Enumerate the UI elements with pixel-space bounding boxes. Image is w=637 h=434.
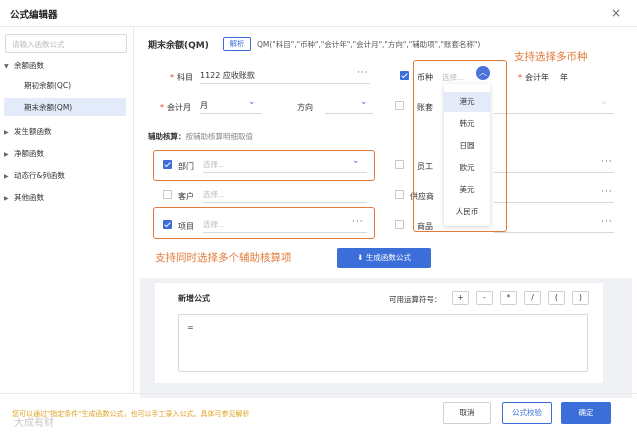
subject-field[interactable]: 1122 应收账款 <box>200 68 370 84</box>
ok-button[interactable]: 确定 <box>561 402 611 424</box>
chevron-down-icon[interactable]: ⌄ <box>352 156 360 166</box>
more-icon[interactable]: ··· <box>601 217 613 227</box>
close-icon[interactable]: × <box>611 6 621 20</box>
year-label: * 会计年 <box>518 73 549 82</box>
project-checkbox[interactable] <box>163 220 172 229</box>
currency-highlight-box <box>413 60 507 232</box>
download-icon: ⬇ <box>357 253 366 262</box>
op-rparen-button[interactable]: ) <box>572 291 589 305</box>
customer-checkbox[interactable] <box>163 190 172 199</box>
more-icon[interactable]: ··· <box>357 68 369 78</box>
month-label: * 会计月 <box>160 103 191 112</box>
tree-group-other[interactable]: ▶ 其他函数 <box>4 192 44 203</box>
formula-title: 新增公式 <box>178 294 210 303</box>
cancel-button[interactable]: 取消 <box>443 402 491 424</box>
customer-label: 客户 <box>178 192 194 201</box>
check-formula-button[interactable]: 公式校验 <box>502 402 552 424</box>
function-search-input[interactable]: 请输入函数公式 <box>5 34 127 53</box>
dialog-title: 公式编辑器 <box>10 10 58 21</box>
op-minus-button[interactable]: - <box>476 291 493 305</box>
tree-item-qm[interactable]: 期末余额(QM) <box>4 98 126 116</box>
year-select[interactable]: 年 <box>560 72 568 83</box>
tree-group-amount[interactable]: ▶ 发生额函数 <box>4 126 52 137</box>
caret-down-icon: ▼ <box>4 63 9 70</box>
op-lparen-button[interactable]: ( <box>548 291 565 305</box>
op-divide-button[interactable]: / <box>524 291 541 305</box>
op-multiply-button[interactable]: * <box>500 291 517 305</box>
caret-right-icon: ▶ <box>4 195 9 202</box>
watermark: 大成有财 <box>14 418 54 429</box>
aux-title: 辅助核算：按辅助核算明细取值 <box>148 132 253 141</box>
generate-formula-button[interactable]: ⬇ 生成函数公式 <box>337 248 431 268</box>
ledger-select[interactable] <box>494 98 614 114</box>
goods-select[interactable] <box>494 217 614 233</box>
more-icon[interactable]: ··· <box>352 217 364 227</box>
formula-textarea[interactable]: = <box>178 314 588 372</box>
project-label: 项目 <box>178 222 194 231</box>
op-plus-button[interactable]: + <box>452 291 469 305</box>
more-icon[interactable]: ··· <box>601 157 613 167</box>
direction-label: 方向 <box>297 103 313 112</box>
dept-label: 部门 <box>178 162 194 171</box>
currency-checkbox[interactable] <box>400 71 409 80</box>
caret-right-icon: ▶ <box>4 151 9 158</box>
callout-multi-currency: 支持选择多币种 <box>514 51 588 63</box>
caret-right-icon: ▶ <box>4 129 9 136</box>
chevron-down-icon[interactable]: ⌄ <box>360 97 368 107</box>
callout-multi-aux: 支持同时选择多个辅助核算项 <box>155 252 292 264</box>
dept-checkbox[interactable] <box>163 160 172 169</box>
footer-divider <box>0 393 637 394</box>
ledger-checkbox[interactable] <box>395 101 404 110</box>
goods-checkbox[interactable] <box>395 220 404 229</box>
tree-group-net[interactable]: ▶ 净额函数 <box>4 148 44 159</box>
customer-select[interactable]: 选择... <box>203 187 367 203</box>
supplier-select[interactable] <box>494 187 614 203</box>
more-icon[interactable]: ··· <box>601 187 613 197</box>
chevron-down-icon[interactable]: ⌄ <box>248 97 256 107</box>
function-signature: QM("科目","币种","会计年","会计月","方向","辅助项","账套名… <box>257 40 481 49</box>
tree-group-balance[interactable]: ▼ 余额函数 <box>4 60 44 71</box>
dept-select[interactable]: 选择... <box>203 157 367 173</box>
employee-select[interactable] <box>494 157 614 173</box>
supplier-checkbox[interactable] <box>395 190 404 199</box>
tree-group-dynamic[interactable]: ▶ 动态行&列函数 <box>4 170 65 181</box>
function-name: 期末余额(QM) <box>148 41 209 51</box>
chevron-down-icon[interactable]: ⌄ <box>600 97 608 107</box>
project-select[interactable]: 选择... <box>203 217 367 233</box>
subject-label: * 科目 <box>170 73 193 82</box>
parse-button[interactable]: 解析 <box>223 37 251 51</box>
tree-item-qc[interactable]: 期初余额(QC) <box>24 80 71 91</box>
employee-checkbox[interactable] <box>395 160 404 169</box>
caret-right-icon: ▶ <box>4 173 9 180</box>
operators-label: 可用运算符号： <box>389 295 442 304</box>
